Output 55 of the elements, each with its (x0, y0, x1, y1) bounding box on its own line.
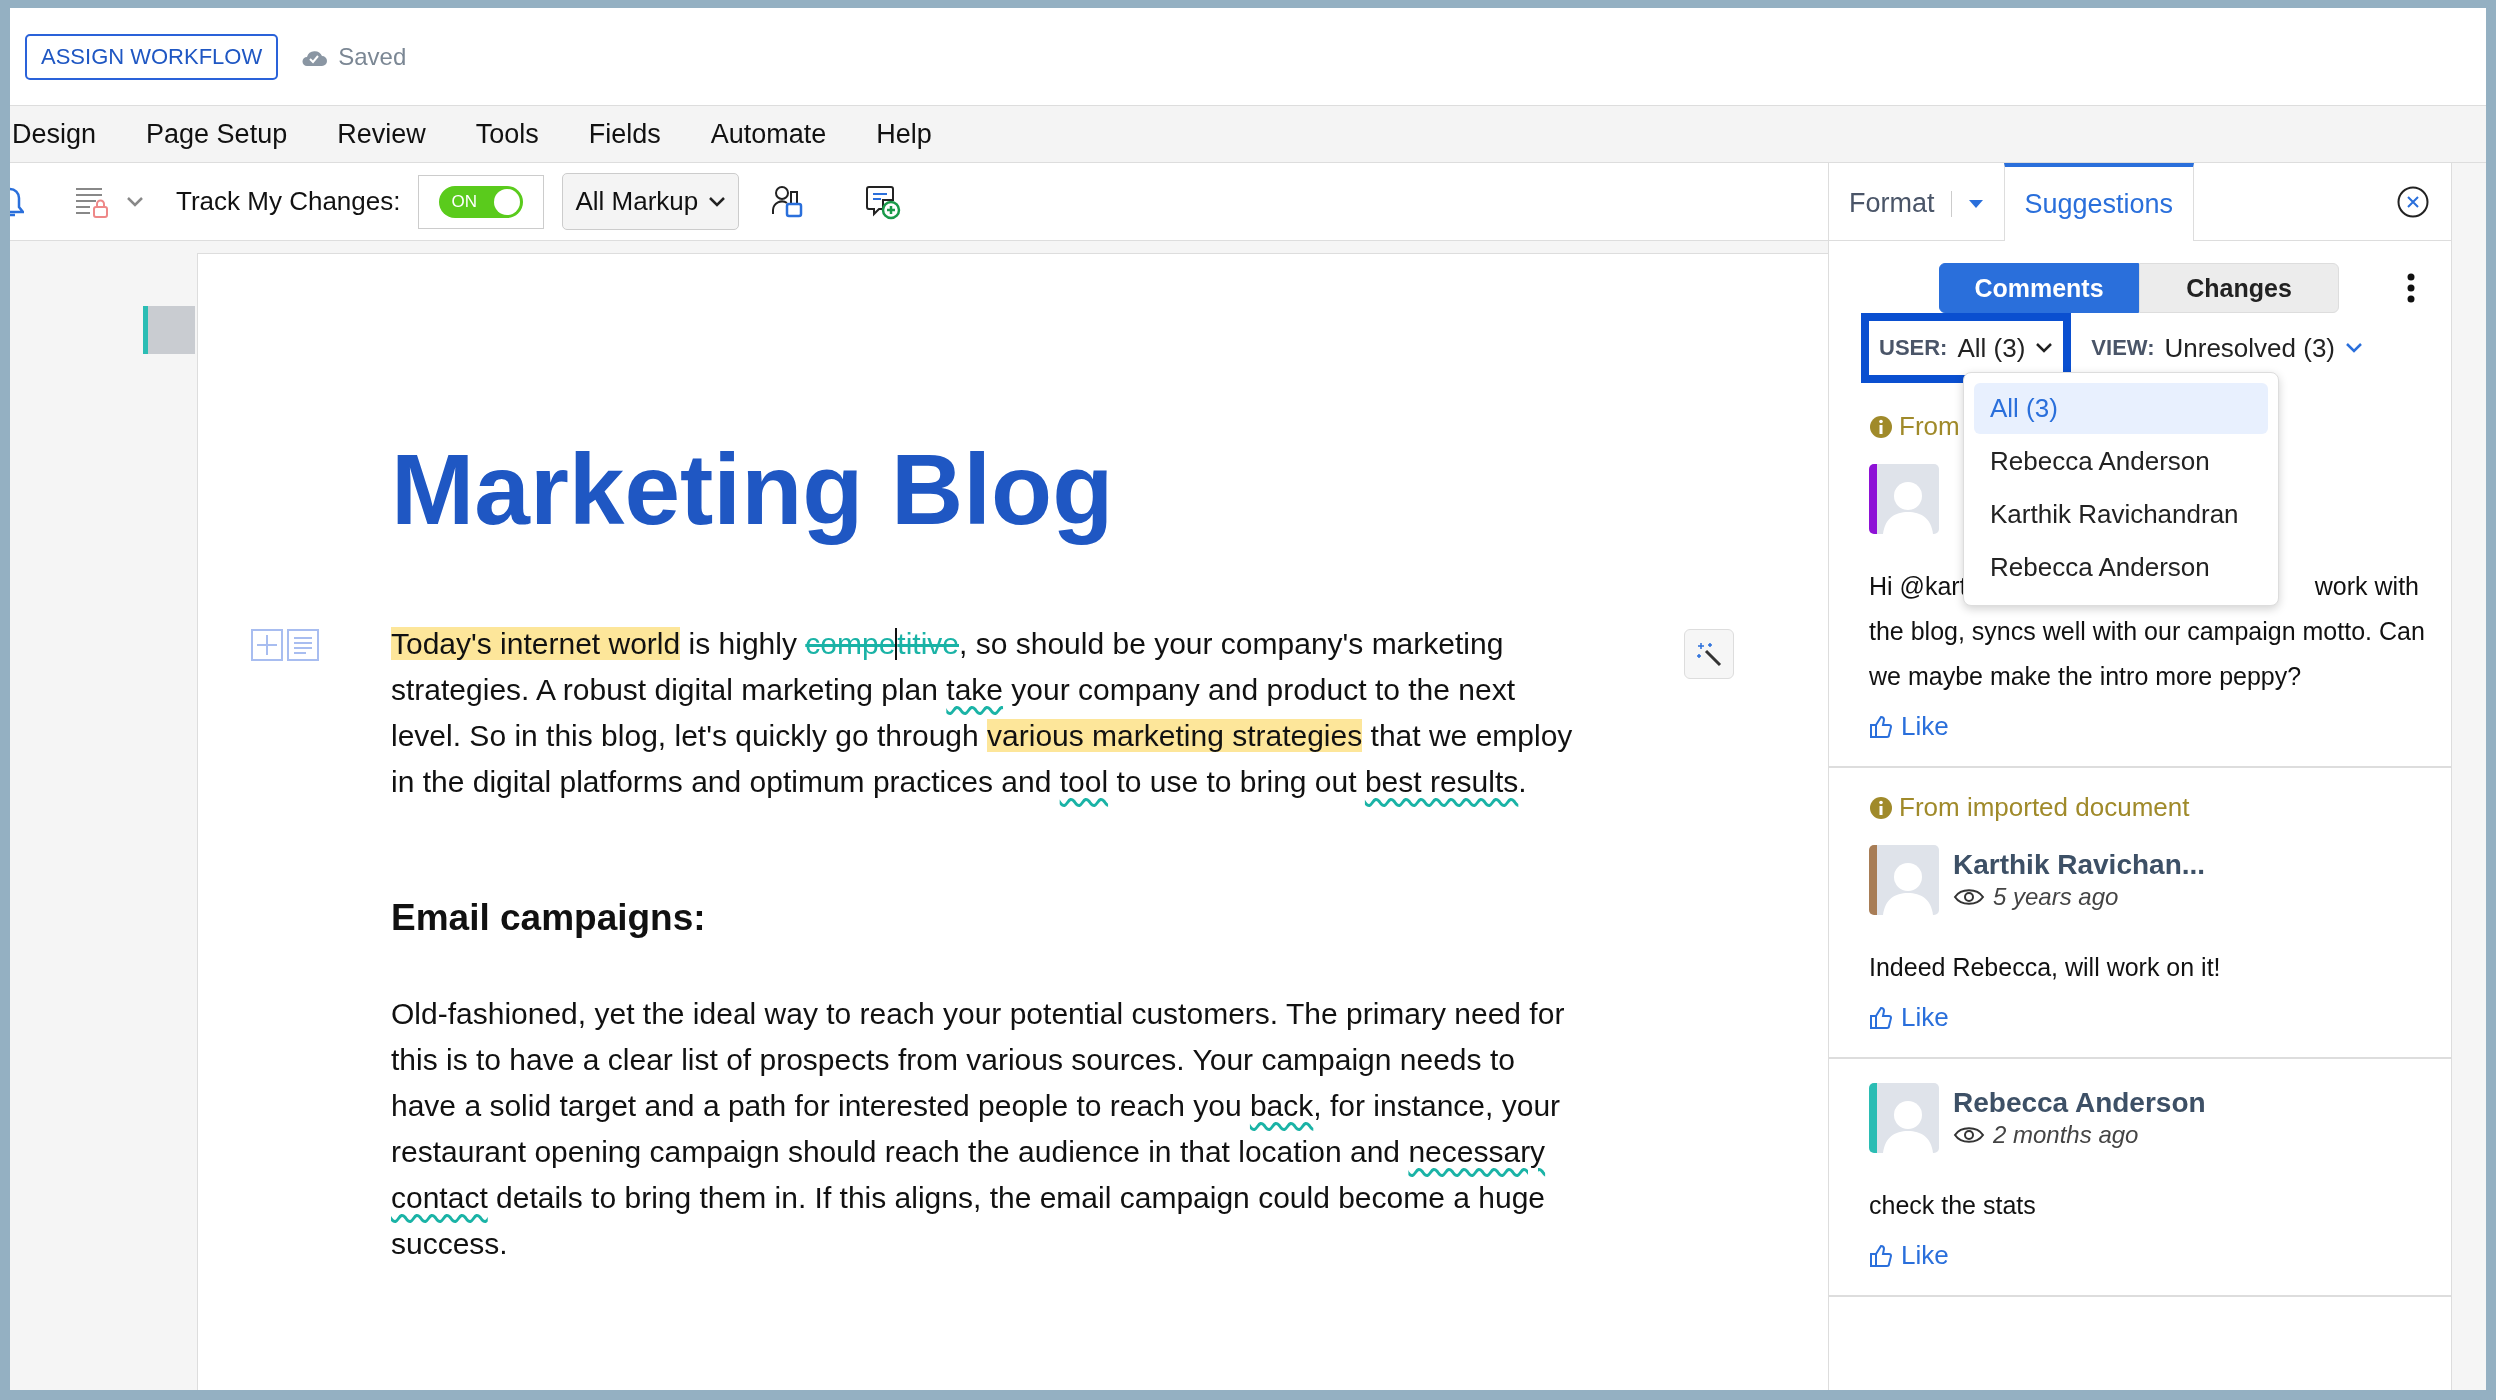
section-heading: Email campaigns: (391, 897, 706, 939)
comment-time: 5 years ago (1993, 883, 2119, 911)
info-icon (1869, 795, 1893, 820)
user-option[interactable]: All (3) (1974, 383, 2268, 434)
menu-item[interactable]: Page Setup (146, 118, 288, 150)
like-button[interactable]: Like (1869, 1240, 1949, 1271)
body-paragraph: Old-fashioned, yet the ideal way to reach your potential customers. The primary need for this is to have a clear list of prospects from various sources. Your campaign needs to have a solid target and a path for interested people to reach you back, for instance, your restaurant opening campaign should reach the audience in that location and necessary contact details to bring them in. If this aligns, the email campaign could become a huge success. (391, 996, 1566, 1262)
comment-text: Indeed Rebecca, will work on it! (1869, 952, 2222, 983)
eye-icon (1953, 886, 1985, 908)
menu-item[interactable]: Help (876, 118, 932, 150)
chevron-down-icon (2035, 342, 2054, 354)
like-button[interactable]: Like (1869, 711, 1949, 742)
comment-text: work with (2314, 571, 2419, 602)
thumbs-up-icon (1869, 1005, 1893, 1030)
source-note: From imported document (1899, 792, 2190, 823)
view-switch-tab[interactable]: Changes (2139, 263, 2339, 313)
chevron-down-icon (708, 195, 727, 208)
eye-icon (1953, 1124, 1985, 1146)
save-status: Saved (338, 42, 407, 71)
view-filter-dropdown[interactable]: VIEW: Unresolved (3) (2091, 332, 2364, 364)
menu-item[interactable]: Fields (588, 118, 661, 150)
chevron-down-icon (2345, 342, 2364, 354)
panel-tab[interactable]: Suggestions (2003, 163, 2195, 241)
magic-wand-icon (1696, 641, 1722, 667)
comment-text: the blog, syncs well with our campaign motto. Can we maybe make the intro more peppy? (1869, 616, 2426, 692)
comment-author: Rebecca Anderson (1953, 1087, 2206, 1119)
user-filter-dropdown[interactable]: USER: All (3) (1861, 313, 2072, 383)
close-icon[interactable] (2397, 185, 2429, 218)
comment-author: Karthik Ravichan... (1953, 849, 2206, 881)
chevron-down-icon (126, 195, 144, 208)
menu-item[interactable]: Design (12, 118, 97, 150)
comment-time: 2 months ago (1993, 1121, 2139, 1149)
magic-wand-button[interactable] (1684, 629, 1734, 679)
menu-item[interactable]: Tools (475, 118, 539, 150)
user-option[interactable]: Rebecca Anderson (1974, 542, 2268, 593)
menu-item[interactable]: Review (337, 118, 426, 150)
like-button[interactable]: Like (1869, 1002, 1949, 1033)
thumbs-up-icon (1869, 1243, 1893, 1268)
caret-icon[interactable] (1967, 198, 1984, 209)
info-icon (1869, 414, 1893, 439)
user-option[interactable]: Rebecca Anderson (1974, 436, 2268, 487)
menu-item[interactable]: Automate (710, 118, 827, 150)
document-title: Marketing Blog (391, 432, 1114, 547)
source-note: From (1899, 411, 1960, 442)
more-options-icon[interactable] (2407, 273, 2415, 303)
comment-text: check the stats (1869, 1190, 2037, 1221)
track-changes-label: Track My Changes: (176, 186, 401, 217)
comment-add-icon[interactable] (865, 183, 902, 220)
assign-workflow-button[interactable]: ASSIGN WORKFLOW (25, 33, 279, 80)
comment-marker-avatar[interactable] (143, 306, 195, 354)
user-option[interactable]: Karthik Ravichandran (1974, 489, 2268, 540)
view-switch-tab[interactable]: Comments (1939, 263, 2139, 313)
markup-dropdown[interactable]: All Markup (562, 173, 740, 230)
body-paragraph: Today's internet world is highly competitive, so should be your company's marketing strategies. A robust digital marketing plan take your company and product to the next level. So in this blog, let's quickly go through various marketing strategies that we employ in the digital platforms and optimum practices and tool to use to bring out best results. (391, 626, 1574, 800)
thumbs-up-icon (1869, 714, 1893, 739)
